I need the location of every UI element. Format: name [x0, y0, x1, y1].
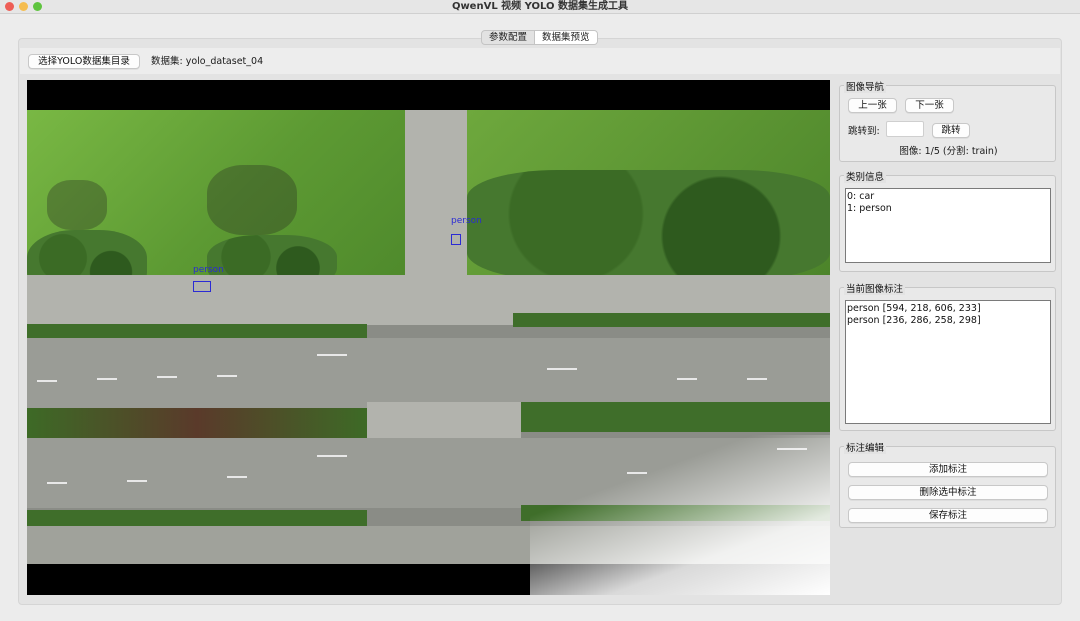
title-bar: QwenVL 视频 YOLO 数据集生成工具	[0, 0, 1080, 14]
prev-image-button[interactable]: 上一张	[848, 98, 897, 113]
jump-to-label: 跳转到:	[848, 126, 880, 137]
delete-annotation-button[interactable]: 删除选中标注	[848, 485, 1048, 500]
annotation-list-item[interactable]: person [236, 286, 258, 298]	[847, 315, 1049, 327]
detection-label-person: person	[193, 265, 224, 275]
image-viewer[interactable]: person person	[27, 80, 830, 595]
class-info-title: 类别信息	[844, 169, 887, 183]
annotation-list[interactable]: person [594, 218, 606, 233] person [236,…	[845, 300, 1051, 424]
annotation-edit-group: 标注编辑 添加标注 删除选中标注 保存标注	[839, 440, 1056, 528]
save-annotation-button[interactable]: 保存标注	[848, 508, 1048, 523]
next-image-button[interactable]: 下一张	[905, 98, 954, 113]
bounding-box-person[interactable]	[193, 281, 211, 292]
dataset-name-label: 数据集: yolo_dataset_04	[151, 56, 264, 67]
add-annotation-button[interactable]: 添加标注	[848, 462, 1048, 477]
class-list[interactable]: 0: car 1: person	[845, 188, 1051, 263]
image-navigation-group: 图像导航 上一张 下一张 跳转到: 跳转 图像: 1/5 (分割: train)	[839, 79, 1056, 162]
current-annotations-group: 当前图像标注 person [594, 218, 606, 233] perso…	[839, 281, 1056, 431]
tab-parameter-config[interactable]: 参数配置	[482, 31, 534, 44]
window-title: QwenVL 视频 YOLO 数据集生成工具	[451, 1, 629, 12]
class-list-item[interactable]: 1: person	[847, 203, 1049, 215]
jump-button[interactable]: 跳转	[932, 123, 970, 138]
tab-dataset-preview[interactable]: 数据集预览	[534, 31, 597, 44]
annotation-edit-title: 标注编辑	[844, 440, 887, 454]
select-dataset-dir-button[interactable]: 选择YOLO数据集目录	[28, 54, 140, 69]
preview-image: person person	[27, 110, 830, 564]
main-panel: 选择YOLO数据集目录 数据集: yolo_dataset_04 person …	[18, 38, 1062, 605]
dataset-toolbar: 选择YOLO数据集目录 数据集: yolo_dataset_04	[20, 48, 1060, 74]
class-list-item[interactable]: 0: car	[847, 191, 1049, 203]
image-index-status: 图像: 1/5 (分割: train)	[899, 146, 998, 157]
tab-bar: 参数配置 数据集预览	[481, 30, 598, 45]
annotation-list-item[interactable]: person [594, 218, 606, 233]	[847, 303, 1049, 315]
current-annotations-title: 当前图像标注	[844, 281, 906, 295]
bounding-box-person[interactable]	[451, 234, 461, 245]
class-info-group: 类别信息 0: car 1: person	[839, 169, 1056, 272]
detection-label-person: person	[451, 216, 482, 226]
jump-to-input[interactable]	[886, 121, 924, 137]
image-navigation-title: 图像导航	[844, 79, 887, 93]
